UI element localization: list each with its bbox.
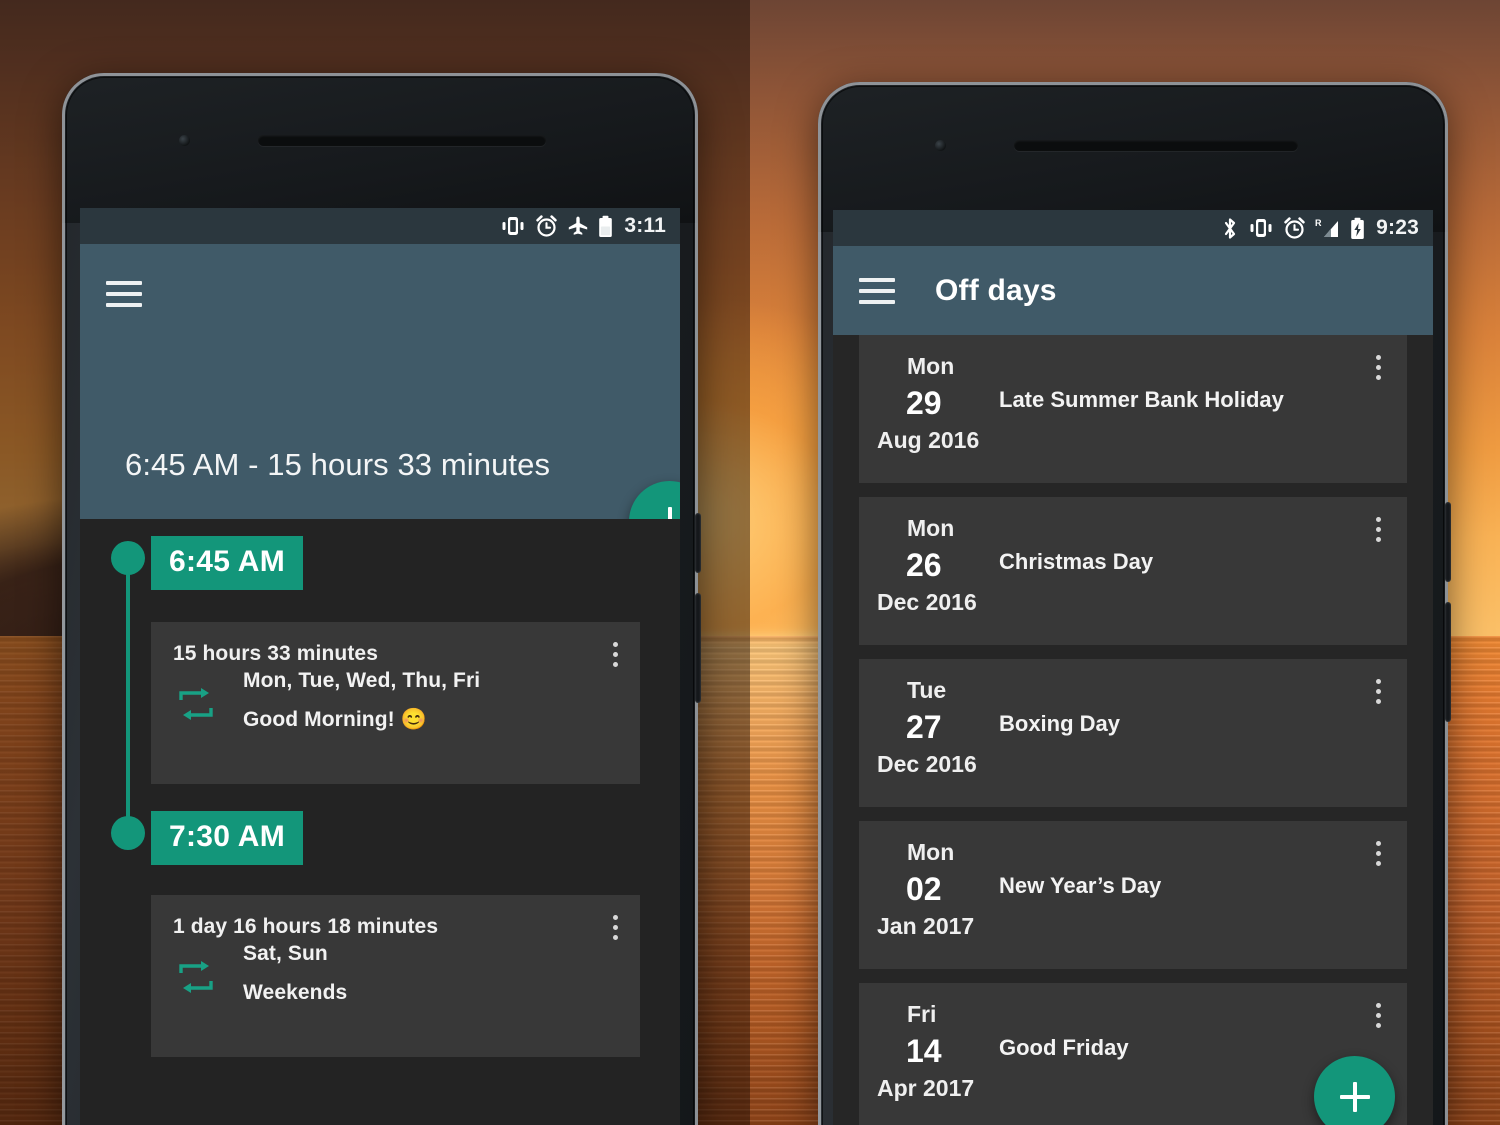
right-status-time: 9:23 [1376,216,1419,239]
off-day-card[interactable]: Mon 26 Dec 2016 Christmas Day [859,497,1407,645]
kebab-menu-icon[interactable] [1376,517,1381,542]
alarm-card[interactable]: 1 day 16 hours 18 minutes Sat, Sun Weeke… [151,895,640,1057]
alarm-list: 6:45 AM 15 hours 33 minutes Mon, Tue, We… [80,519,680,1125]
left-app-bar: 6:45 AM - 15 hours 33 minutes [80,244,680,519]
alarm-days: Mon, Tue, Wed, Thu, Fri [243,669,481,692]
bluetooth-icon [1225,217,1236,239]
page-title: Off days [935,273,1057,307]
timeline-dot-1 [111,541,145,575]
off-day-weekday: Mon [907,515,955,541]
off-day-weekday: Tue [907,677,947,703]
kebab-menu-icon[interactable] [1376,1003,1381,1028]
off-days-list: Mon 29 Aug 2016 Late Summer Bank Holiday… [833,335,1433,1125]
off-day-name: Boxing Day [999,711,1121,736]
off-day-name: New Year’s Day [999,873,1162,898]
left-status-time: 3:11 [624,214,666,237]
front-camera-icon [935,140,946,151]
battery-charging-icon [1351,217,1364,239]
alarm-duration: 1 day 16 hours 18 minutes [173,915,439,938]
left-phone-screen: 3:11 6:45 AM - 15 hours 33 minutes 6:45 … [80,208,680,1125]
kebab-menu-icon[interactable] [1376,355,1381,380]
front-camera-icon [179,135,190,146]
battery-icon [599,215,613,237]
hamburger-icon[interactable] [855,274,899,308]
right-app-bar: Off days [833,246,1433,335]
off-day-name: Christmas Day [999,549,1154,574]
off-day-card[interactable]: Tue 27 Dec 2016 Boxing Day [859,659,1407,807]
off-day-name: Good Friday [999,1035,1129,1060]
right-phone-device: R 9:23 Off days Mon 29 Aug 2016 Late Sum… [818,82,1451,1125]
off-day-number: 02 [906,871,942,907]
alarm-time-chip[interactable]: 7:30 AM [151,811,304,865]
kebab-menu-icon[interactable] [613,915,618,940]
kebab-menu-icon[interactable] [613,642,618,667]
right-phone-screen: R 9:23 Off days Mon 29 Aug 2016 Late Sum… [833,210,1433,1125]
alarm-card[interactable]: 15 hours 33 minutes Mon, Tue, Wed, Thu, … [151,622,640,784]
off-day-weekday: Mon [907,353,955,379]
off-day-number: 14 [906,1033,942,1069]
off-day-month-year: Jan 2017 [877,913,975,939]
left-phone-device: 3:11 6:45 AM - 15 hours 33 minutes 6:45 … [62,73,701,1125]
svg-text:R: R [1315,218,1322,228]
left-phone-top-bezel [62,73,698,223]
right-status-bar: R 9:23 [833,210,1433,246]
off-day-month-year: Dec 2016 [877,751,977,777]
power-button[interactable] [1445,502,1451,582]
off-day-month-year: Apr 2017 [877,1075,975,1101]
alarm-duration: 15 hours 33 minutes [173,642,378,665]
earpiece-speaker [1014,140,1298,151]
kebab-menu-icon[interactable] [1376,841,1381,866]
left-status-bar: 3:11 [80,208,680,244]
off-day-month-year: Dec 2016 [877,589,977,615]
plus-icon [1339,1081,1370,1112]
alarm-label: Good Morning! 😊 [243,708,427,731]
alarm-days: Sat, Sun [243,942,328,965]
off-day-name: Late Summer Bank Holiday [999,387,1284,412]
earpiece-speaker [258,135,546,146]
screenshot-stage: 3:11 6:45 AM - 15 hours 33 minutes 6:45 … [0,0,1500,1125]
next-alarm-summary: 6:45 AM - 15 hours 33 minutes [125,447,551,482]
timeline-dot-2 [111,816,145,850]
power-button[interactable] [695,513,701,573]
vibrate-icon [502,217,524,235]
airplane-mode-icon [569,216,588,235]
off-day-weekday: Mon [907,839,955,865]
repeat-icon [179,688,213,720]
alarm-time-chip[interactable]: 6:45 AM [151,536,304,590]
off-day-card[interactable]: Mon 02 Jan 2017 New Year’s Day [859,821,1407,969]
alarm-icon [536,214,558,237]
kebab-menu-icon[interactable] [1376,679,1381,704]
vibrate-icon [1250,219,1272,237]
hamburger-icon[interactable] [102,277,146,311]
off-day-number: 27 [906,709,942,745]
repeat-icon [179,961,213,993]
off-day-number: 26 [906,547,942,583]
alarm-label: Weekends [243,981,348,1004]
volume-rocker[interactable] [1445,602,1451,722]
alarm-icon [1284,216,1305,239]
roaming-signal-icon: R [1315,218,1339,237]
off-day-weekday: Fri [907,1001,937,1027]
off-day-month-year: Aug 2016 [877,427,980,453]
off-day-number: 29 [906,385,942,421]
timeline-connector [126,558,130,833]
volume-rocker[interactable] [695,593,701,703]
off-day-card[interactable]: Mon 29 Aug 2016 Late Summer Bank Holiday [859,335,1407,483]
